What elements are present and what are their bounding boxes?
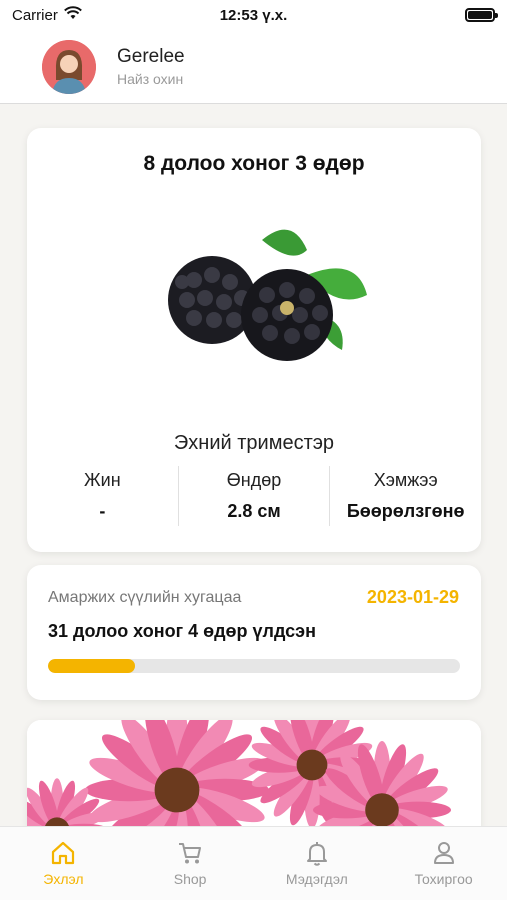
battery-icon	[465, 8, 498, 22]
due-date-label: Амаржих сүүлийн хугацаа	[48, 589, 242, 606]
blackberry-image	[168, 229, 367, 361]
profile-header[interactable]: Gerelee Найз охин	[0, 30, 507, 104]
user-name: Gerelee	[117, 46, 185, 67]
clock: 12:53 ү.х.	[219, 6, 288, 24]
stat-label: Жин	[84, 470, 121, 490]
stat-weight: Жин -	[27, 466, 178, 526]
trimester-label: Эхний триместэр	[173, 432, 335, 454]
user-role: Найз охин	[117, 71, 184, 87]
bottom-navigation: Эхлэл Shop Мэдэгдэл Тохиргоо	[0, 826, 507, 900]
stat-label: Өндөр	[226, 470, 282, 490]
woman-avatar-icon	[42, 39, 96, 94]
avatar[interactable]	[42, 39, 96, 94]
stat-size: Хэмжээ Бөөрөлзгөнө	[329, 466, 481, 526]
stat-value: Бөөрөлзгөнө	[346, 501, 465, 521]
nav-settings[interactable]: Тохиргоо	[380, 827, 507, 900]
baby-stats: Жин - Өндөр 2.8 см Хэмжээ Бөөрөлзгөнө	[27, 466, 481, 526]
nav-label: Тохиргоо	[414, 871, 473, 887]
pregnancy-week-card[interactable]: 8 долоо хоног 3 өдөр Эхний триместэр Жин…	[27, 128, 481, 552]
home-icon	[52, 841, 75, 865]
status-bar: Carrier 12:53 ү.х.	[0, 0, 507, 30]
due-date-card[interactable]: Амаржих сүүлийн хугацаа 2023-01-29 31 до…	[27, 565, 481, 700]
nav-label: Shop	[173, 871, 207, 887]
stat-value: 2.8 см	[227, 501, 281, 521]
nav-home[interactable]: Эхлэл	[0, 827, 127, 900]
stat-height: Өндөр 2.8 см	[177, 466, 330, 526]
wifi-icon	[63, 6, 82, 24]
due-date-value: 2023-01-29	[366, 587, 459, 607]
cart-icon	[179, 843, 202, 864]
nav-label: Эхлэл	[43, 871, 84, 887]
stat-value: -	[99, 501, 106, 521]
stat-label: Хэмжээ	[373, 470, 438, 490]
progress-fill	[48, 659, 135, 673]
remaining-time: 31 долоо хоног 4 өдөр үлдсэн	[48, 621, 316, 641]
nav-notifications[interactable]: Мэдэгдэл	[254, 827, 381, 900]
user-icon	[433, 842, 454, 864]
pregnancy-progress-bar	[48, 659, 460, 673]
bell-icon	[306, 842, 327, 866]
nav-shop[interactable]: Shop	[127, 827, 254, 900]
week-title: 8 долоо хоног 3 өдөр	[143, 152, 365, 175]
carrier-label: Carrier	[12, 6, 58, 24]
nav-label: Мэдэгдэл	[285, 871, 348, 887]
